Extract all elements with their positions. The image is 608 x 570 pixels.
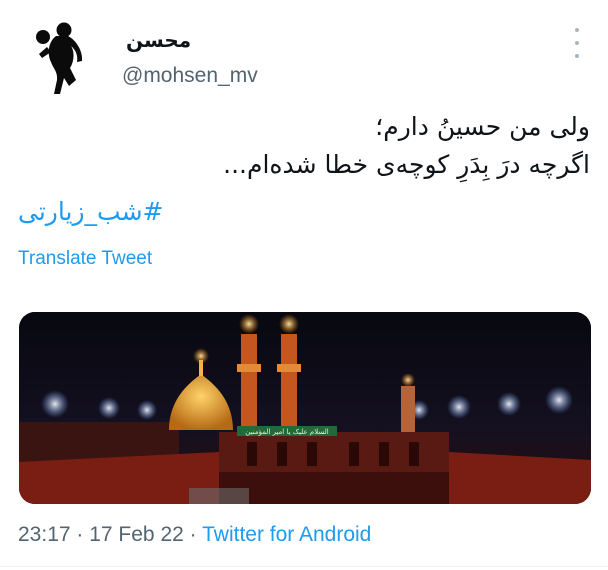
tweet-media-image[interactable]: السلام علیک یا امیر المؤمنین bbox=[19, 312, 591, 504]
more-options-icon[interactable] bbox=[572, 28, 582, 58]
tweet-date[interactable]: 17 Feb 22 bbox=[89, 523, 184, 546]
avatar[interactable] bbox=[20, 14, 104, 98]
tweet-card: محسن @mohsen_mv ولی من حسینُ دارم؛ اگرچه… bbox=[0, 0, 608, 570]
display-name[interactable]: محسن bbox=[126, 28, 191, 52]
hashtag-link[interactable]: #شب_زیارتی bbox=[18, 197, 163, 226]
translate-tweet-link[interactable]: Translate Tweet bbox=[18, 248, 152, 270]
meta-separator: · bbox=[183, 523, 203, 546]
silhouette-with-ball-icon bbox=[36, 22, 83, 94]
tweet-time[interactable]: 23:17 bbox=[18, 523, 71, 546]
divider bbox=[0, 566, 608, 567]
tweet-meta: 23:17 · 17 Feb 22 · Twitter for Android bbox=[18, 523, 371, 547]
banner-text: السلام علیک یا امیر المؤمنین bbox=[245, 428, 328, 436]
tweet-line: اگرچه درَ بِدَرِ کوچه‌ی خطا شده‌ام... bbox=[223, 150, 590, 179]
tweet-source-link[interactable]: Twitter for Android bbox=[202, 523, 371, 546]
user-handle[interactable]: @mohsen_mv bbox=[122, 64, 258, 88]
tweet-line: ولی من حسینُ دارم؛ bbox=[375, 112, 590, 141]
tweet-text: ولی من حسینُ دارم؛ اگرچه درَ بِدَرِ کوچه… bbox=[30, 108, 590, 184]
meta-separator: · bbox=[70, 523, 90, 546]
shrine-night-photo: السلام علیک یا امیر المؤمنین bbox=[19, 312, 591, 504]
